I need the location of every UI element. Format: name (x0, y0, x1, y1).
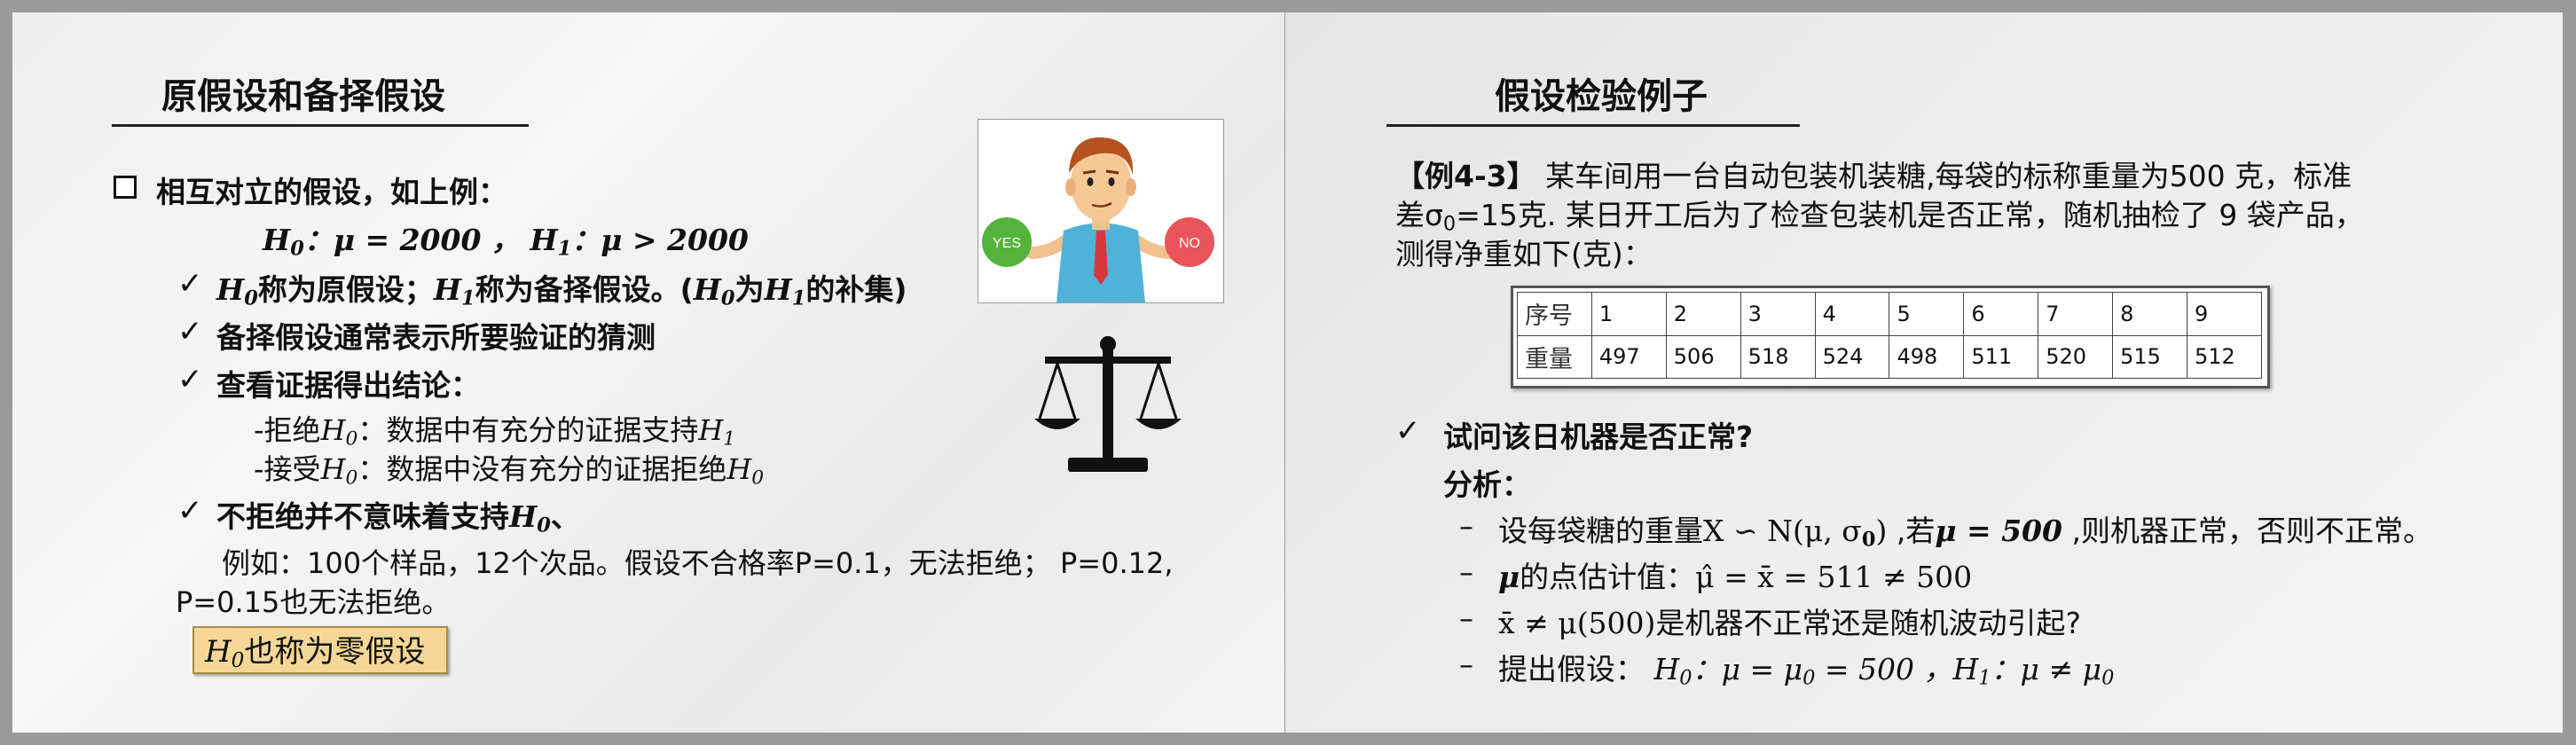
yes-label: YES (993, 236, 1021, 251)
square-bullet-icon (114, 176, 137, 199)
title-underline (112, 124, 529, 127)
table-cell: 1 (1590, 292, 1667, 336)
example-paragraph-line-3: 测得净重如下(克)： (1395, 237, 1653, 271)
table-cell: 9 (2187, 292, 2262, 336)
decision-illustration: YES NO (978, 119, 1224, 303)
question-text: 试问该日机器是否正常? (1443, 420, 1754, 454)
table-cell: 2 (1665, 292, 1741, 336)
table-row: 序号 1 2 3 4 5 6 7 8 9 (1517, 292, 2262, 336)
table-cell: 3 (1740, 292, 1816, 336)
analysis-item-4: 提出假设： H0：μ = μ0 = 500 ，H1：μ ≠ μ0 (1498, 652, 2115, 690)
table-cell: 511 (1963, 334, 2039, 379)
example-line-2: P=0.15也无法拒绝。 (176, 585, 451, 619)
balance-scale-icon (1034, 336, 1182, 472)
table-cell: 512 (2187, 334, 2262, 379)
reject-line: -拒绝H0：数据中有充分的证据支持H1 (254, 413, 736, 451)
slide-title: 假设检验例子 (1495, 76, 1708, 117)
check-icon: ✓ (177, 266, 203, 302)
table-cell: 8 (2112, 292, 2188, 336)
table-header-cell: 重量 (1517, 334, 1592, 379)
table-cell: 4 (1814, 292, 1890, 336)
check-icon: ✓ (1395, 413, 1421, 449)
slide-hypothesis-definition: 原假设和备择假设 相互对立的假设，如上例： H0：μ = 2000 ， H1：μ… (12, 12, 1284, 733)
dash-bullet-icon: – (1459, 509, 1473, 543)
table-cell: 497 (1590, 334, 1667, 379)
check-icon: ✓ (177, 314, 203, 349)
example-line-1: 例如：100个样品，12个次品。假设不合格率P=0.1，无法拒绝； P=0.12… (222, 546, 1174, 580)
table-cell: 5 (1889, 292, 1965, 336)
table-cell: 7 (2038, 292, 2114, 336)
analysis-item-1: 设每袋糖的重量X ∽ N(μ, σ0) ,若μ = 500 ,则机器正常，否则不… (1498, 514, 2432, 552)
table-cell: 518 (1740, 334, 1816, 379)
example-paragraph-line-1: 【例4-3】 某车间用一台自动包装机装糖,每袋的标称重量为500 克，标准 (1395, 159, 2352, 193)
bullet-null-definition: H0称为原假设；H1称为备择假设。(H0为H1的补集) (216, 272, 907, 310)
slide-hypothesis-example: 假设检验例子 【例4-3】 某车间用一台自动包装机装糖,每袋的标称重量为500 … (1285, 12, 2563, 733)
analysis-item-3: x̄ ≠ μ(500)是机器不正常还是随机波动引起? (1498, 606, 2081, 640)
hypothesis-formula: H0：μ = 2000 ， H1：μ > 2000 (263, 223, 749, 261)
slide-title: 原假设和备择假设 (161, 76, 445, 117)
analysis-item-2: μ的点估计值：μ̂ = x̄ = 511 ≠ 500 (1498, 560, 1973, 594)
table-header-cell: 序号 (1517, 292, 1592, 336)
section-heading: 相互对立的假设，如上例： (156, 175, 507, 209)
person-decision-icon: YES NO (982, 137, 1214, 302)
table-cell: 520 (2038, 334, 2114, 379)
dash-bullet-icon: – (1459, 555, 1473, 589)
dash-bullet-icon: – (1459, 647, 1473, 681)
bullet-alternative: 备择假设通常表示所要验证的猜测 (216, 320, 656, 355)
bullet-evidence: 查看证据得出结论： (216, 368, 480, 403)
table-cell: 6 (1963, 292, 2039, 336)
null-hypothesis-note: H0也称为零假设 (192, 626, 448, 674)
analysis-heading: 分析： (1443, 467, 1531, 502)
no-label: NO (1179, 236, 1200, 251)
title-underline (1386, 124, 1800, 127)
table-cell: 515 (2112, 334, 2188, 379)
table-row: 重量 497 506 518 524 498 511 520 515 512 (1517, 334, 2262, 379)
check-icon: ✓ (177, 362, 203, 397)
example-paragraph-line-2: 差σ0=15克. 某日开工后为了检查包装机是否正常，随机抽检了 9 袋产品， (1395, 198, 2364, 236)
check-icon: ✓ (177, 493, 203, 529)
table-cell: 498 (1889, 334, 1965, 379)
table-cell: 506 (1665, 334, 1741, 379)
weights-table: 序号 1 2 3 4 5 6 7 8 9 重量 497 506 518 524 … (1511, 286, 2270, 388)
bullet-not-reject: 不拒绝并不意味着支持H0、 (216, 499, 580, 537)
dash-bullet-icon: – (1459, 601, 1473, 635)
accept-line: -接受H0：数据中没有充分的证据拒绝H0 (254, 452, 765, 490)
table-cell: 524 (1814, 334, 1890, 379)
